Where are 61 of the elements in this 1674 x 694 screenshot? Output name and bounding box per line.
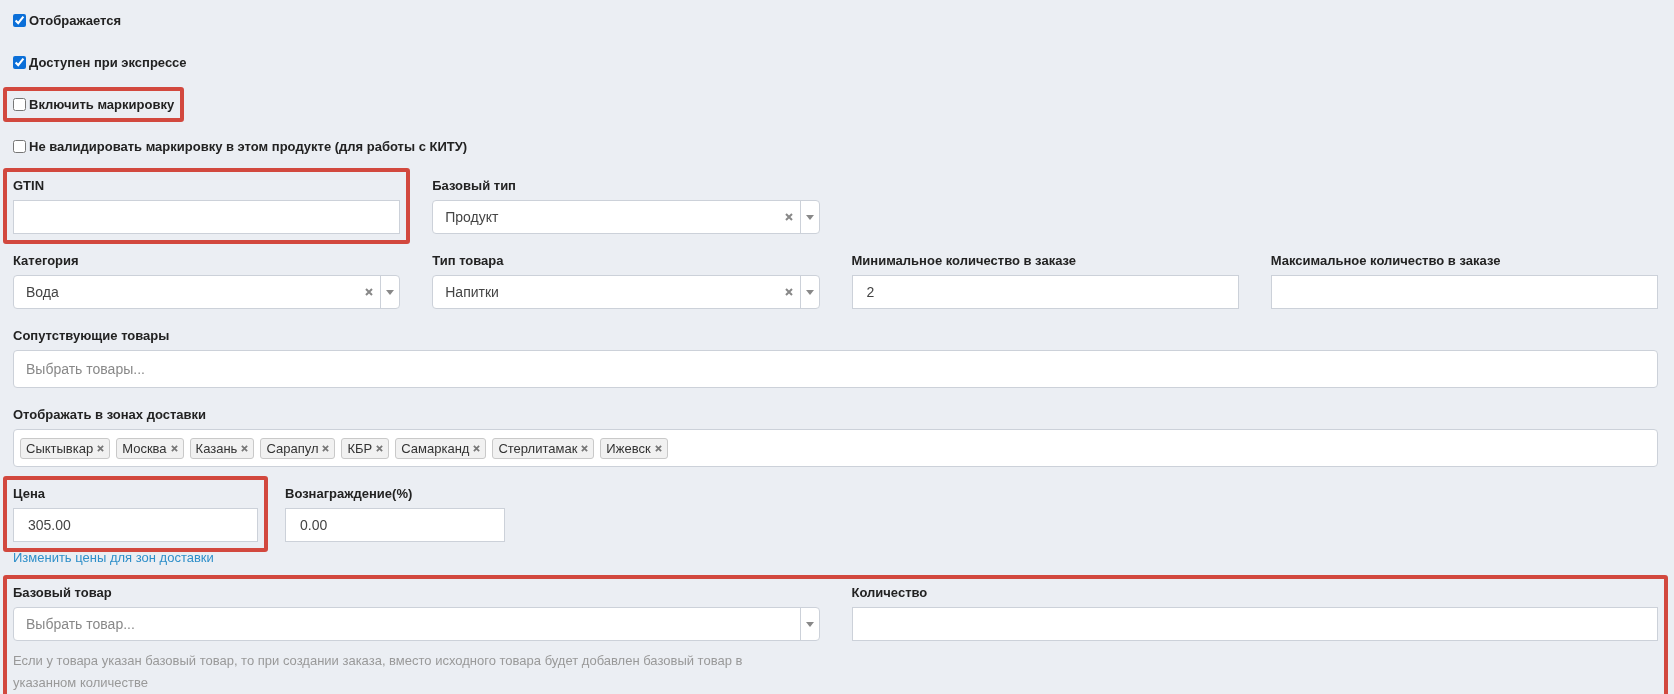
checkbox-label: Отображается <box>29 12 122 28</box>
caret-icon[interactable] <box>386 289 395 295</box>
checkbox-label: Включить маркировку <box>29 96 175 112</box>
text-input[interactable]: 305.00 <box>13 508 258 542</box>
caret-icon[interactable] <box>805 289 814 295</box>
field-label: Максимальное количество в заказе <box>1270 253 1502 268</box>
select-dropdown[interactable]: Продукт <box>432 200 820 234</box>
help-text: Если у товара указан базовый товар, то при создании заказа, вместо исходного товара будет добавлен базовый товар в указанном количестве <box>13 652 744 692</box>
checkbox[interactable] <box>13 13 26 27</box>
checkbox[interactable] <box>13 139 26 153</box>
select-value: Продукт <box>444 209 500 225</box>
remove-icon[interactable] <box>581 444 589 452</box>
text-input[interactable] <box>1270 275 1658 309</box>
remove-icon[interactable] <box>473 444 481 452</box>
caret-icon[interactable] <box>805 214 814 220</box>
checkbox[interactable] <box>13 55 26 69</box>
field-label: Цена <box>13 486 46 501</box>
field-label: Минимальное количество в заказе <box>851 253 1078 268</box>
field-label: Вознаграждение(%) <box>285 486 414 501</box>
multiselect-field[interactable]: Выбрать товары... <box>13 350 1658 388</box>
field-label: GTIN <box>13 178 46 193</box>
select-dropdown[interactable]: Вода <box>13 275 401 309</box>
select-dropdown[interactable]: Напитки <box>432 275 820 309</box>
field-label: Базовый товар <box>13 585 113 600</box>
field-label: Отображать в зонах доставки <box>13 407 207 422</box>
clear-icon[interactable] <box>365 288 374 296</box>
field-label: Базовый тип <box>432 178 517 193</box>
select-placeholder: Выбрать товары... <box>25 361 146 377</box>
zone-tag[interactable]: Сарапул <box>260 437 336 459</box>
remove-icon[interactable] <box>654 444 662 452</box>
zone-tag[interactable]: Ижевск <box>600 437 668 459</box>
text-input[interactable]: 2 <box>851 275 1239 309</box>
remove-icon[interactable] <box>97 444 105 452</box>
tags-field[interactable]: Сыктывкар Москва Казань Сарапул КБР Самарканд Стерлитамак Ижевск <box>13 429 1658 467</box>
clear-icon[interactable] <box>784 288 793 296</box>
zone-tag[interactable]: Москва <box>116 437 184 459</box>
zone-tag[interactable]: КБР <box>341 437 390 459</box>
checkbox-label: Не валидировать маркировку в этом продукте (для работы с КИТУ) <box>29 138 468 154</box>
text-input[interactable] <box>13 200 401 234</box>
select-placeholder: Выбрать товар... <box>25 616 136 632</box>
remove-icon[interactable] <box>241 444 249 452</box>
caret-icon[interactable] <box>805 621 814 627</box>
select-value: Вода <box>25 284 60 300</box>
remove-icon[interactable] <box>170 444 178 452</box>
zone-tag[interactable]: Стерлитамак <box>492 437 595 459</box>
checkbox[interactable] <box>13 97 26 111</box>
zone-tag[interactable]: Самарканд <box>395 437 487 459</box>
text-input[interactable]: 0.00 <box>285 508 505 542</box>
clear-icon[interactable] <box>784 213 793 221</box>
select-dropdown[interactable]: Выбрать товар... <box>13 607 820 641</box>
select-value: Напитки <box>444 284 500 300</box>
remove-icon[interactable] <box>322 444 330 452</box>
field-label: Количество <box>851 585 929 600</box>
field-label: Сопутствующие товары <box>13 328 171 343</box>
text-input[interactable] <box>851 607 1658 641</box>
zone-tag[interactable]: Сыктывкар <box>20 437 111 459</box>
remove-icon[interactable] <box>376 444 384 452</box>
zone-tag[interactable]: Казань <box>189 437 255 459</box>
field-label: Тип товара <box>432 253 505 268</box>
field-label: Категория <box>13 253 80 268</box>
checkbox-label: Доступен при экспрессе <box>29 54 187 70</box>
